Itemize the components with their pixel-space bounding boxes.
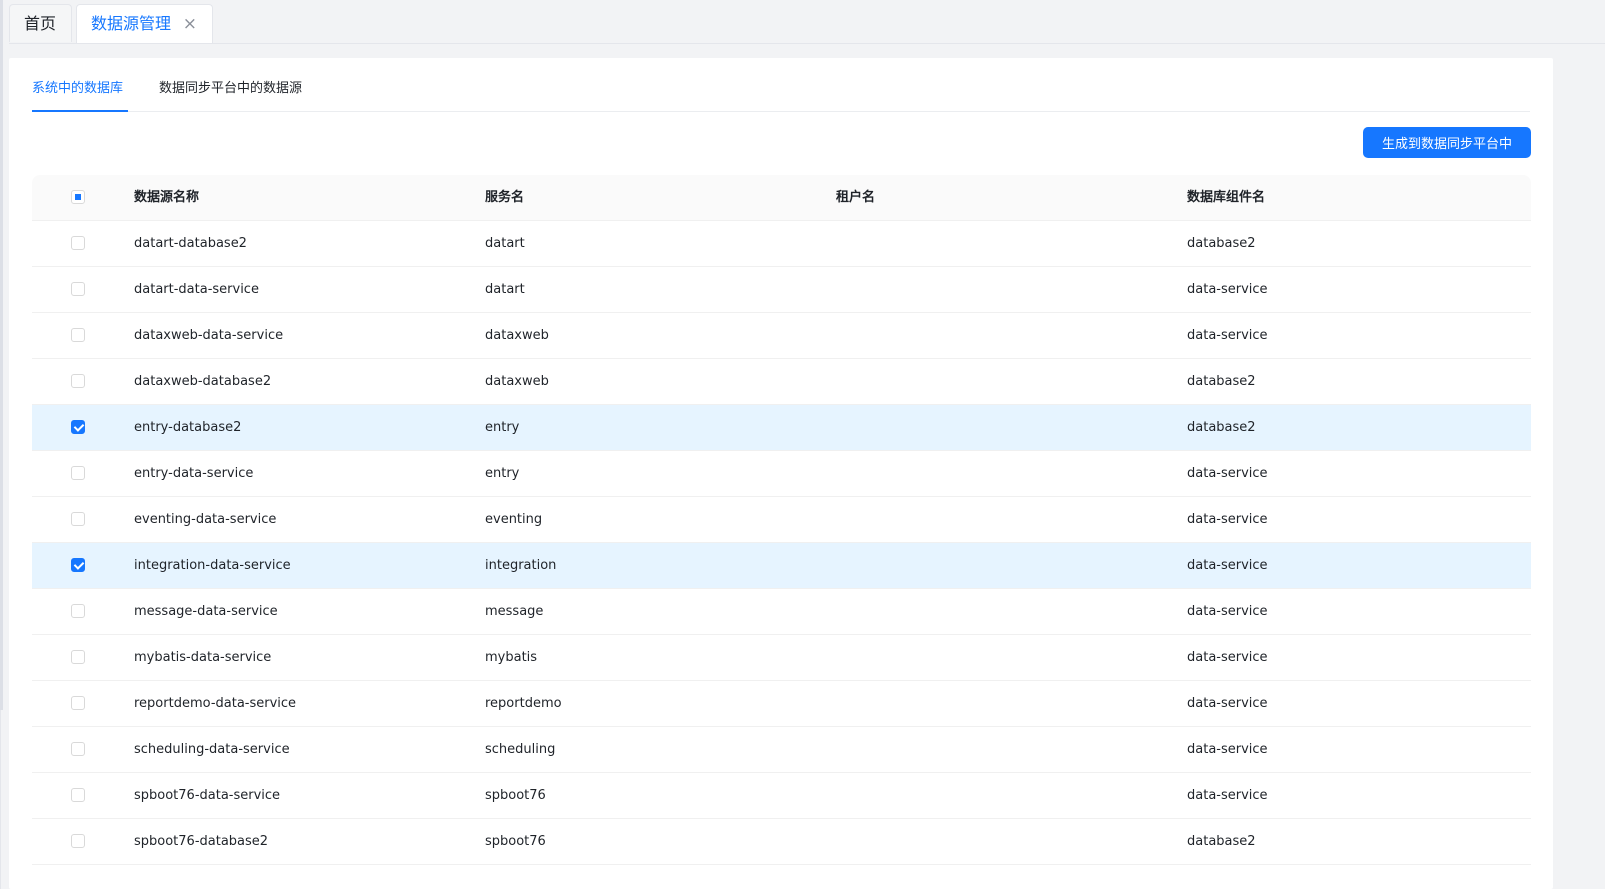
cell-datasource-name: entry-data-service [134, 466, 254, 481]
page-tab-home[interactable]: 首页 [9, 4, 72, 42]
table-row[interactable]: entry-data-service entry data-service [32, 451, 1531, 497]
cell-component-name: data-service [1187, 512, 1268, 527]
page-tab-bar: 首页 数据源管理 × [9, 0, 1605, 44]
tab-sync-platform-datasources[interactable]: 数据同步平台中的数据源 [159, 80, 302, 98]
cell-datasource-name: datart-data-service [134, 282, 259, 297]
cell-service-name: integration [485, 558, 557, 573]
cell-datasource-name: spboot76-database2 [134, 834, 269, 849]
cell-datasource-name: message-data-service [134, 604, 278, 619]
cell-service-name: datart [485, 236, 525, 251]
cell-component-name: data-service [1187, 558, 1268, 573]
content-panel: 系统中的数据库 数据同步平台中的数据源 生成到数据同步平台中 数据源名称 服务名… [9, 58, 1553, 889]
cell-component-name: database2 [1187, 236, 1256, 251]
cell-component-name: data-service [1187, 742, 1268, 757]
cell-component-name: data-service [1187, 696, 1268, 711]
cell-component-name: data-service [1187, 650, 1268, 665]
cell-service-name: scheduling [485, 742, 556, 757]
close-icon[interactable]: × [183, 5, 197, 43]
active-tab-indicator [32, 110, 128, 112]
inner-tab-bar: 系统中的数据库 数据同步平台中的数据源 [32, 58, 1530, 112]
cell-service-name: dataxweb [485, 328, 549, 343]
table-row[interactable]: dataxweb-database2 dataxweb database2 [32, 359, 1531, 405]
tab-system-databases[interactable]: 系统中的数据库 [32, 80, 123, 98]
table-row[interactable]: scheduling-data-service scheduling data-se… [32, 727, 1531, 773]
cell-component-name: database2 [1187, 834, 1256, 849]
left-edge-lower [0, 710, 1, 889]
table-row[interactable]: mybatis-data-service mybatis data-service [32, 635, 1531, 681]
cell-component-name: database2 [1187, 374, 1256, 389]
table-row[interactable]: integration-data-service integration data-… [32, 543, 1531, 589]
column-header-tenant: 租户名 [836, 190, 876, 205]
cell-service-name: datart [485, 282, 525, 297]
column-header-component: 数据库组件名 [1187, 190, 1266, 205]
row-checkbox[interactable] [71, 788, 85, 802]
row-checkbox[interactable] [71, 466, 85, 480]
table-row[interactable]: reportdemo-data-service reportdemo data-se… [32, 681, 1531, 727]
row-checkbox[interactable] [71, 282, 85, 296]
table-row[interactable]: datart-data-service datart data-service [32, 267, 1531, 313]
select-all-checkbox[interactable] [71, 190, 85, 204]
cell-datasource-name: spboot76-data-service [134, 788, 281, 803]
cell-datasource-name: dataxweb-data-service [134, 328, 284, 343]
table-row[interactable]: spboot76-database2 spboot76 database2 [32, 819, 1531, 865]
page-tab-datasource-label: 数据源管理 [91, 14, 172, 33]
row-checkbox[interactable] [71, 696, 85, 710]
cell-datasource-name: entry-database2 [134, 420, 242, 435]
cell-datasource-name: mybatis-data-service [134, 650, 272, 665]
generate-to-sync-platform-button[interactable]: 生成到数据同步平台中 [1363, 127, 1531, 158]
column-header-service: 服务名 [485, 190, 525, 205]
cell-service-name: spboot76 [485, 788, 546, 803]
row-checkbox[interactable] [71, 650, 85, 664]
table-row[interactable]: dataxweb-data-service dataxweb data-servic… [32, 313, 1531, 359]
table-row[interactable]: message-data-service message data-service [32, 589, 1531, 635]
row-checkbox[interactable] [71, 420, 85, 434]
table-header: 数据源名称 服务名 租户名 数据库组件名 [32, 175, 1531, 221]
row-checkbox[interactable] [71, 374, 85, 388]
row-checkbox[interactable] [71, 604, 85, 618]
cell-component-name: data-service [1187, 466, 1268, 481]
cell-service-name: mybatis [485, 650, 538, 665]
cell-component-name: data-service [1187, 282, 1268, 297]
table-row[interactable]: datart-database2 datart database2 [32, 221, 1531, 267]
row-checkbox[interactable] [71, 834, 85, 848]
cell-component-name: data-service [1187, 604, 1268, 619]
table-body: datart-database2 datart database2 datart-da… [32, 221, 1531, 865]
row-checkbox[interactable] [71, 558, 85, 572]
cell-datasource-name: datart-database2 [134, 236, 247, 251]
cell-datasource-name: reportdemo-data-service [134, 696, 297, 711]
cell-component-name: data-service [1187, 328, 1268, 343]
page-tab-home-label: 首页 [24, 14, 57, 33]
cell-datasource-name: dataxweb-database2 [134, 374, 272, 389]
table-row[interactable]: entry-database2 entry database2 [32, 405, 1531, 451]
row-checkbox[interactable] [71, 236, 85, 250]
row-checkbox[interactable] [71, 512, 85, 526]
cell-service-name: entry [485, 420, 520, 435]
row-checkbox[interactable] [71, 742, 85, 756]
cell-datasource-name: eventing-data-service [134, 512, 277, 527]
cell-service-name: dataxweb [485, 374, 549, 389]
cell-component-name: database2 [1187, 420, 1256, 435]
cell-datasource-name: integration-data-service [134, 558, 291, 573]
datasource-table: 数据源名称 服务名 租户名 数据库组件名 datart-database2 dat… [32, 175, 1531, 865]
cell-datasource-name: scheduling-data-service [134, 742, 290, 757]
cell-service-name: message [485, 604, 544, 619]
page-tab-datasource[interactable]: 数据源管理 × [76, 4, 213, 43]
cell-service-name: eventing [485, 512, 543, 527]
cell-service-name: entry [485, 466, 520, 481]
left-edge [0, 0, 3, 710]
table-row[interactable]: eventing-data-service eventing data-servic… [32, 497, 1531, 543]
cell-service-name: spboot76 [485, 834, 546, 849]
cell-component-name: data-service [1187, 788, 1268, 803]
row-checkbox[interactable] [71, 328, 85, 342]
cell-service-name: reportdemo [485, 696, 562, 711]
table-row[interactable]: spboot76-data-service spboot76 data-servic… [32, 773, 1531, 819]
column-header-name: 数据源名称 [134, 190, 200, 205]
